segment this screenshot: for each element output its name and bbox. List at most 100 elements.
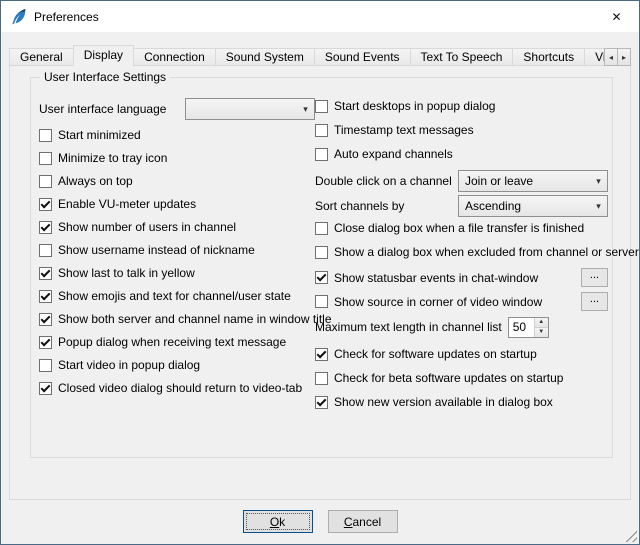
checkbox-label: Show number of users in channel [58, 220, 236, 234]
arrow-right-icon: ▸ [622, 53, 626, 62]
checkbox-timestamp-text-messages[interactable]: Timestamp text messages [315, 122, 608, 138]
checkbox-icon [315, 295, 328, 308]
tab-general[interactable]: General [9, 48, 74, 65]
checkbox-show-dialog-when-excluded[interactable]: Show a dialog box when excluded from cha… [315, 244, 608, 260]
language-select[interactable]: ▾ [185, 98, 315, 120]
checkbox-label: Show both server and channel name in win… [58, 312, 332, 326]
tab-shortcuts[interactable]: Shortcuts [512, 48, 585, 65]
checkbox-show-emojis-and-text[interactable]: Show emojis and text for channel/user st… [39, 288, 315, 304]
double-click-select[interactable]: Join or leave ▾ [458, 170, 608, 192]
arrow-left-icon: ◂ [609, 53, 613, 62]
tab-display[interactable]: Display [73, 45, 134, 66]
checkbox-start-video-in-popup-dialog[interactable]: Start video in popup dialog [39, 357, 315, 373]
spinner-arrows: ▲ ▼ [534, 318, 548, 337]
dialog-body: General Display Connection Sound System … [1, 32, 639, 544]
checkbox-popup-dialog-text-message[interactable]: Popup dialog when receiving text message [39, 334, 315, 350]
checkbox-auto-expand-channels[interactable]: Auto expand channels [315, 146, 608, 162]
checkbox-always-on-top[interactable]: Always on top [39, 173, 315, 189]
checkbox-icon [39, 313, 52, 326]
double-click-value: Join or leave [465, 174, 533, 188]
checkbox-start-desktops-in-popup-dialog[interactable]: Start desktops in popup dialog [315, 98, 608, 114]
checkbox-closed-video-dialog-return[interactable]: Closed video dialog should return to vid… [39, 380, 315, 396]
cancel-button[interactable]: Cancel [328, 510, 398, 533]
max-text-length-spinner[interactable]: 50 ▲ ▼ [508, 317, 549, 338]
double-click-row: Double click on a channel Join or leave … [315, 170, 608, 192]
left-column: User interface language ▾ Start minimize… [39, 98, 315, 455]
window-title: Preferences [34, 10, 99, 24]
checkbox-icon [39, 382, 52, 395]
cancel-button-label: Cancel [344, 515, 381, 529]
title-bar: Preferences ✕ [1, 1, 639, 32]
checkbox-icon [39, 336, 52, 349]
max-text-length-label: Maximum text length in channel list [315, 320, 502, 334]
video-source-row: Show source in corner of video window ..… [315, 292, 608, 311]
checkbox-label: Show new version available in dialog box [334, 395, 553, 409]
checkbox-icon [39, 175, 52, 188]
checkbox-start-minimized[interactable]: Start minimized [39, 127, 315, 143]
checkbox-icon [315, 100, 328, 113]
checkbox-label: Start desktops in popup dialog [334, 99, 495, 113]
checkbox-label: Auto expand channels [334, 147, 453, 161]
ok-button[interactable]: Ok [243, 510, 313, 533]
tab-strip: General Display Connection Sound System … [9, 45, 631, 66]
close-button[interactable]: ✕ [594, 1, 639, 32]
tab-scroll-left-button[interactable]: ◂ [604, 48, 618, 66]
checkbox-icon [315, 222, 328, 235]
tab-sound-system[interactable]: Sound System [215, 48, 315, 65]
max-text-length-value: 50 [509, 318, 534, 337]
tab-connection[interactable]: Connection [133, 48, 216, 65]
checkbox-show-number-of-users[interactable]: Show number of users in channel [39, 219, 315, 235]
statusbar-events-row: Show statusbar events in chat-window ... [315, 268, 608, 287]
checkbox-label: Start minimized [58, 128, 141, 142]
checkbox-icon [39, 129, 52, 142]
tab-scroll-control: ◂ ▸ [605, 48, 631, 66]
checkbox-icon [39, 244, 52, 257]
sort-channels-row: Sort channels by Ascending ▾ [315, 195, 608, 217]
tab-scroll-right-button[interactable]: ▸ [617, 48, 631, 66]
checkbox-show-last-to-talk-in-yellow[interactable]: Show last to talk in yellow [39, 265, 315, 281]
checkbox-icon [315, 348, 328, 361]
checkbox-icon [315, 372, 328, 385]
checkbox-check-software-updates[interactable]: Check for software updates on startup [315, 346, 608, 362]
language-label: User interface language [39, 102, 166, 116]
checkbox-show-new-version-dialog[interactable]: Show new version available in dialog box [315, 394, 608, 410]
statusbar-events-more-button[interactable]: ... [581, 268, 608, 287]
checkbox-minimize-to-tray-icon[interactable]: Minimize to tray icon [39, 150, 315, 166]
checkbox-show-server-and-channel-in-title[interactable]: Show both server and channel name in win… [39, 311, 315, 327]
checkbox-label: Show emojis and text for channel/user st… [58, 289, 291, 303]
spin-down-button[interactable]: ▼ [535, 327, 548, 337]
sort-channels-select[interactable]: Ascending ▾ [458, 195, 608, 217]
checkbox-label: Enable VU-meter updates [58, 197, 196, 211]
checkbox-icon [39, 290, 52, 303]
checkbox-check-beta-software-updates[interactable]: Check for beta software updates on start… [315, 370, 608, 386]
ellipsis-icon: ... [590, 270, 599, 281]
checkbox-icon [39, 359, 52, 372]
checkbox-close-dialog-file-transfer[interactable]: Close dialog box when a file transfer is… [315, 220, 608, 236]
ellipsis-icon: ... [590, 294, 599, 305]
video-source-more-button[interactable]: ... [581, 292, 608, 311]
checkbox-label: Show last to talk in yellow [58, 266, 195, 280]
chevron-down-icon: ▾ [590, 176, 607, 187]
tab-sound-events[interactable]: Sound Events [314, 48, 411, 65]
sort-channels-label: Sort channels by [315, 199, 404, 213]
spin-up-button[interactable]: ▲ [535, 318, 548, 327]
user-interface-settings-group: User Interface Settings User interface l… [30, 77, 613, 458]
ok-button-label: Ok [270, 515, 285, 529]
checkbox-label: Show statusbar events in chat-window [334, 271, 538, 285]
group-title: User Interface Settings [40, 70, 170, 84]
language-row: User interface language ▾ [39, 98, 315, 120]
double-click-label: Double click on a channel [315, 174, 452, 188]
checkbox-label: Close dialog box when a file transfer is… [334, 221, 584, 235]
checkbox-show-username-instead-of-nickname[interactable]: Show username instead of nickname [39, 242, 315, 258]
right-column: Start desktops in popup dialog Timestamp… [315, 98, 608, 455]
sort-channels-value: Ascending [465, 199, 521, 213]
checkbox-show-statusbar-events[interactable]: Show statusbar events in chat-window [315, 271, 538, 285]
checkbox-enable-vu-meter-updates[interactable]: Enable VU-meter updates [39, 196, 315, 212]
max-text-length-row: Maximum text length in channel list 50 ▲… [315, 316, 608, 338]
chevron-down-icon: ▾ [590, 201, 607, 212]
checkbox-show-source-video-window[interactable]: Show source in corner of video window [315, 295, 542, 309]
tab-text-to-speech[interactable]: Text To Speech [410, 48, 514, 65]
checkbox-icon [39, 152, 52, 165]
checkbox-label: Start video in popup dialog [58, 358, 200, 372]
checkbox-label: Show source in corner of video window [334, 295, 542, 309]
